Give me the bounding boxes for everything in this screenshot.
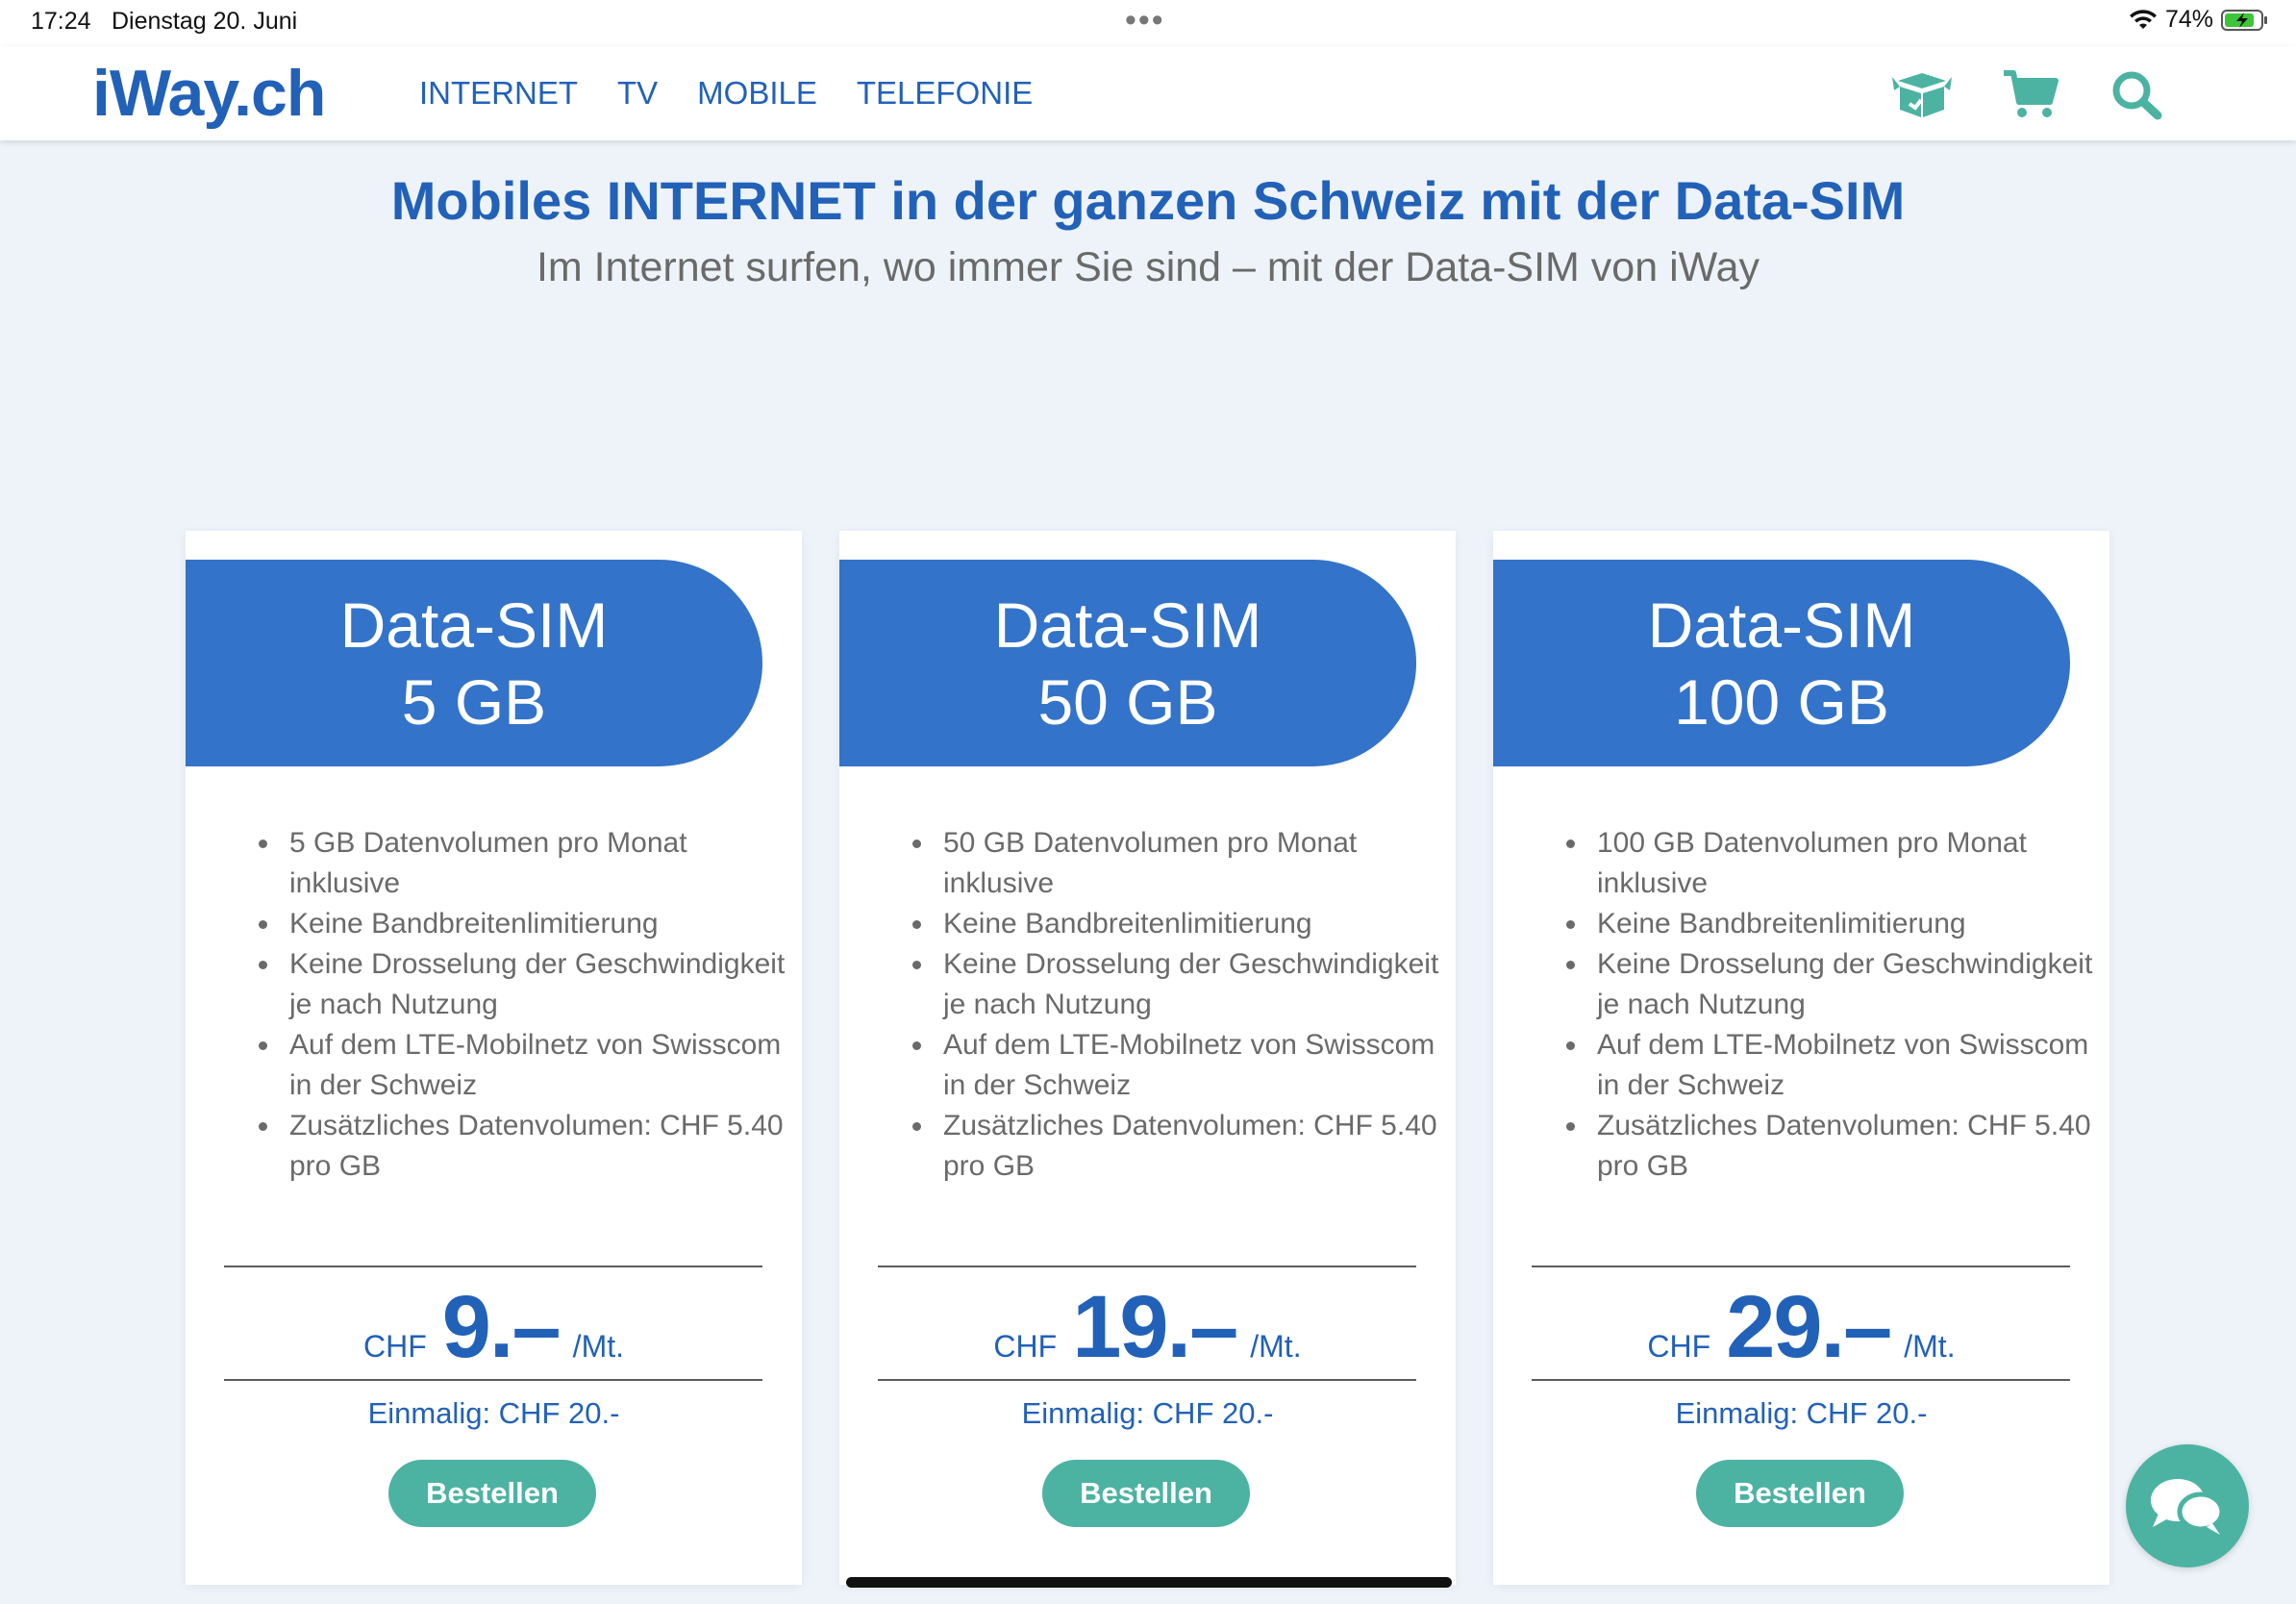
list-item: 5 GB Datenvolumen pro Monat inklusive (282, 823, 791, 904)
price-currency: CHF (363, 1329, 427, 1364)
plan-volume: 50 GB (1037, 665, 1218, 738)
divider (1532, 1379, 2070, 1381)
price-amount: 29.– (1726, 1278, 1892, 1376)
list-item: Zusätzliches Datenvolumen: CHF 5.40 pro … (936, 1106, 1445, 1187)
list-item: Auf dem LTE-Mobilnetz von Swisscom in de… (282, 1025, 791, 1106)
page-title: Mobiles INTERNET in der ganzen Schweiz m… (390, 170, 1906, 231)
chat-bubbles-icon (2151, 1479, 2225, 1535)
plan-header: Data-SIM 5 GB (186, 560, 762, 766)
nav-mobile[interactable]: MOBILE (697, 75, 817, 112)
order-button[interactable]: Bestellen (1042, 1460, 1250, 1527)
plan-card-5gb: Data-SIM 5 GB 5 GB Datenvolumen pro Mona… (186, 531, 802, 1585)
list-item: Auf dem LTE-Mobilnetz von Swisscom in de… (936, 1025, 1445, 1106)
plan-name: Data-SIM (1647, 589, 1916, 661)
list-item: Keine Bandbreitenlimitierung (282, 904, 791, 944)
plan-card-100gb: Data-SIM 100 GB 100 GB Datenvolumen pro … (1493, 531, 2109, 1585)
plan-volume: 100 GB (1674, 665, 1889, 738)
battery-percent: 74% (2164, 6, 2213, 33)
multitask-dots-icon[interactable]: ••• (1125, 2, 1165, 39)
list-item: Keine Drosselung der Geschwindigkeit je … (1589, 944, 2099, 1025)
list-item: Keine Drosselung der Geschwindigkeit je … (282, 944, 791, 1025)
page-subtitle: Im Internet surfen, wo immer Sie sind – … (536, 244, 1760, 290)
one-time-fee: Einmalig: CHF 20.- (1675, 1396, 1928, 1430)
plan-name: Data-SIM (993, 589, 1262, 661)
status-bar: 17:24 Dienstag 20. Juni ••• 74% (0, 0, 2296, 46)
price-currency: CHF (993, 1329, 1058, 1364)
price: CHF 29.– /Mt. (1493, 1277, 2109, 1378)
divider (878, 1266, 1416, 1267)
list-item: Auf dem LTE-Mobilnetz von Swisscom in de… (1589, 1025, 2099, 1106)
plan-volume: 5 GB (401, 665, 547, 738)
nav-telefonie[interactable]: TELEFONIE (857, 75, 1033, 112)
list-item: 100 GB Datenvolumen pro Monat inklusive (1589, 823, 2099, 904)
list-item: Keine Bandbreitenlimitierung (1589, 904, 2099, 944)
one-time-fee: Einmalig: CHF 20.- (1021, 1396, 1274, 1430)
status-time: 17:24 (31, 8, 91, 35)
price-amount: 19.– (1072, 1278, 1238, 1376)
price-period: /Mt. (572, 1329, 624, 1364)
plan-header: Data-SIM 50 GB (839, 560, 1416, 766)
feature-list: 5 GB Datenvolumen pro Monat inklusive Ke… (253, 823, 791, 1187)
nav-tv[interactable]: TV (617, 75, 658, 112)
list-item: Zusätzliches Datenvolumen: CHF 5.40 pro … (282, 1106, 791, 1187)
site-header: iWay.ch INTERNET TV MOBILE TELEFONIE (0, 46, 2296, 140)
plan-header: Data-SIM 100 GB (1493, 560, 2070, 766)
plan-card-50gb: Data-SIM 50 GB 50 GB Datenvolumen pro Mo… (839, 531, 1456, 1585)
price-currency: CHF (1647, 1329, 1711, 1364)
feature-list: 50 GB Datenvolumen pro Monat inklusive K… (907, 823, 1445, 1187)
one-time-fee: Einmalig: CHF 20.- (367, 1396, 620, 1430)
list-item: 50 GB Datenvolumen pro Monat inklusive (936, 823, 1445, 904)
divider (224, 1379, 762, 1381)
cart-icon[interactable] (1998, 67, 2061, 121)
price-period: /Mt. (1904, 1329, 1956, 1364)
price: CHF 19.– /Mt. (839, 1277, 1456, 1378)
site-logo[interactable]: iWay.ch (92, 56, 326, 131)
list-item: Keine Drosselung der Geschwindigkeit je … (936, 944, 1445, 1025)
plan-name: Data-SIM (339, 589, 609, 661)
divider (878, 1379, 1416, 1381)
divider (1532, 1266, 2070, 1267)
home-indicator[interactable] (846, 1577, 1452, 1588)
list-item: Zusätzliches Datenvolumen: CHF 5.40 pro … (1589, 1106, 2099, 1187)
divider (224, 1266, 762, 1267)
box-icon[interactable] (1890, 67, 1954, 121)
price: CHF 9.– /Mt. (186, 1277, 802, 1378)
feature-list: 100 GB Datenvolumen pro Monat inklusive … (1560, 823, 2099, 1187)
order-button[interactable]: Bestellen (1696, 1460, 1904, 1527)
chat-button[interactable] (2126, 1444, 2249, 1567)
order-button[interactable]: Bestellen (388, 1460, 596, 1527)
battery-charging-icon (2221, 9, 2267, 31)
search-icon[interactable] (2106, 67, 2169, 121)
status-date: Dienstag 20. Juni (112, 8, 298, 35)
list-item: Keine Bandbreitenlimitierung (936, 904, 1445, 944)
price-amount: 9.– (441, 1278, 562, 1376)
wifi-icon (2129, 9, 2157, 29)
main-nav: INTERNET TV MOBILE TELEFONIE (419, 75, 1033, 112)
nav-internet[interactable]: INTERNET (419, 75, 578, 112)
price-period: /Mt. (1250, 1329, 1302, 1364)
